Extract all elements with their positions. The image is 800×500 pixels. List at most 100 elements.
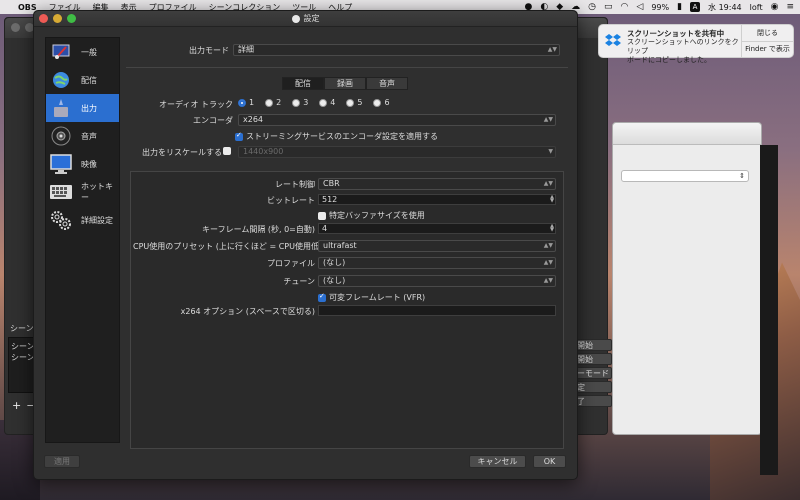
siri-icon[interactable]: ◉ [771,2,779,12]
input-source-icon[interactable]: A [690,2,701,12]
radio-label: 6 [384,98,390,107]
audio-track-radio-1[interactable]: 1 [238,98,254,107]
rescale-label: 出力をリスケールする [142,148,222,157]
tab-audio[interactable]: 音声 [366,77,408,90]
background-dark-window [760,145,778,475]
settings-title: 設定 [303,14,320,23]
cancel-button[interactable]: キャンセル [469,455,526,468]
radio-label: 5 [357,98,363,107]
exit-button[interactable]: 了 [572,395,612,407]
keyframe-stepper[interactable]: 4 ▲ ▼ [318,223,556,234]
obs-logo-icon [291,14,300,23]
chevron-updown-icon: ▲▼ [543,277,553,284]
wifi-icon[interactable]: ◠ [621,2,629,12]
chevron-updown-icon: ▲▼ [543,259,553,266]
zoom-icon[interactable] [67,14,76,23]
audio-track-radio-2[interactable]: 2 [265,98,281,107]
audio-track-radio-4[interactable]: 4 [319,98,335,107]
notification-center-icon[interactable]: ≡ [786,2,794,12]
video-monitor-icon [49,152,73,176]
settings-sidebar: 一般 配信 出力 音声 映像 ホットキー 詳細設定 [45,37,120,443]
notification-title: スクリーンショットを共有中 [627,29,725,38]
output-mode-label: 出力モード [189,45,229,55]
tune-label: チューン [283,277,315,286]
sidebar-item-hotkeys[interactable]: ホットキー [46,178,119,206]
x264-options-input[interactable] [318,305,556,316]
radio-button-icon [319,98,328,107]
audio-track-radio-6[interactable]: 6 [373,98,390,107]
sidebar-item-advanced[interactable]: 詳細設定 [46,206,119,234]
rescale-resolution-select[interactable]: 1440x900 ▼ [238,146,556,158]
scenes-label: シーン [10,324,34,333]
notification-close-button[interactable]: 閉じる [742,25,793,42]
audio-track-radio-3[interactable]: 3 [292,98,308,107]
minimize-icon[interactable] [53,14,62,23]
start-recording-button[interactable]: 開始 [572,353,612,365]
background-select[interactable]: ⇕ [621,170,749,182]
enforce-streaming-settings-checkbox[interactable]: ストリーミングサービスのエンコーダ設定を適用する [235,131,438,142]
sidebar-item-general[interactable]: 一般 [46,38,119,66]
volume-icon[interactable]: ◁ [636,2,643,12]
background-window: ⇕ [612,122,762,435]
bitrate-value: 512 [322,195,338,204]
cpu-preset-value: ultrafast [323,241,357,250]
show-in-finder-button[interactable]: Finder で表示 [742,42,793,58]
profile-label: プロファイル [267,259,315,268]
vfr-checkbox[interactable]: 可変フレームレート (VFR) [318,292,425,303]
cpu-preset-select[interactable]: ultrafast ▲▼ [318,240,556,252]
close-icon[interactable] [11,23,20,32]
output-mode-select[interactable]: 詳細 ▲▼ [233,44,560,56]
sidebar-item-label: ホットキー [81,182,113,202]
x264-options-label: x264 オプション (スペースで区切る) [180,307,315,316]
radio-label: 4 [330,98,336,107]
ok-button[interactable]: OK [533,455,566,468]
rescale-checkbox[interactable] [223,147,231,155]
sidebar-item-label: 出力 [81,103,97,113]
checkbox-icon [235,131,243,141]
list-item[interactable]: シーン [11,341,35,352]
sidebar-item-video[interactable]: 映像 [46,150,119,178]
studio-mode-button[interactable]: ーモード [572,367,612,379]
tune-value: (なし) [323,276,346,285]
apply-button[interactable]: 適用 [44,455,80,468]
sidebar-item-audio[interactable]: 音声 [46,122,119,150]
custom-buffer-checkbox[interactable]: 特定バッファサイズを使用 [318,210,425,221]
keyframe-label: キーフレーム間隔 (秒, 0=自動) [202,225,315,234]
user-name[interactable]: loft [750,3,763,12]
tune-select[interactable]: (なし) ▲▼ [318,275,556,287]
stepper-arrows-icon[interactable]: ▲ ▼ [550,224,554,233]
battery-text[interactable]: 99% [651,3,669,12]
audio-speaker-icon [49,124,73,148]
bitrate-stepper[interactable]: 512 ▲ ▼ [318,194,556,205]
settings-titlebar: 設定 [34,11,577,27]
radio-label: 3 [303,98,309,107]
tab-streaming[interactable]: 配信 [282,77,324,90]
settings-button[interactable]: 定 [572,381,612,393]
profile-select[interactable]: (なし) ▲▼ [318,257,556,269]
encoder-settings-panel: レート制御 CBR ▲▼ ビットレート 512 ▲ ▼ 特定バッファサイズを使用 … [130,171,564,449]
checkbox-label: 特定バッファサイズを使用 [329,211,425,220]
sidebar-item-label: 映像 [81,159,97,169]
close-icon[interactable] [39,14,48,23]
display-icon[interactable]: ▭ [604,2,613,12]
time-machine-icon[interactable]: ◷ [588,2,596,12]
battery-icon[interactable]: ▮ [677,2,682,12]
sidebar-item-output[interactable]: 出力 [46,94,119,122]
rate-control-select[interactable]: CBR ▲▼ [318,178,556,190]
notification-banner[interactable]: スクリーンショットを共有中 スクリーンショットへのリンクをクリップ ボードにコピ… [598,24,794,64]
start-streaming-button[interactable]: 開始 [572,339,612,351]
radio-button-icon [373,98,382,107]
checkbox-label: 可変フレームレート (VFR) [329,293,426,302]
tab-recording[interactable]: 録画 [324,77,366,90]
clock[interactable]: 水 19:44 [708,2,742,13]
encoder-value: x264 [243,115,264,124]
add-scene-button[interactable]: + [12,399,21,412]
list-item[interactable]: シーン [11,352,35,363]
stepper-arrows-icon[interactable]: ▲ ▼ [550,195,554,204]
keyboard-icon [49,180,73,204]
notification-actions: 閉じる Finder で表示 [741,25,793,57]
encoder-select[interactable]: x264 ▲▼ [238,114,556,126]
profile-value: (なし) [323,258,346,267]
audio-track-radio-5[interactable]: 5 [346,98,362,107]
sidebar-item-stream[interactable]: 配信 [46,66,119,94]
